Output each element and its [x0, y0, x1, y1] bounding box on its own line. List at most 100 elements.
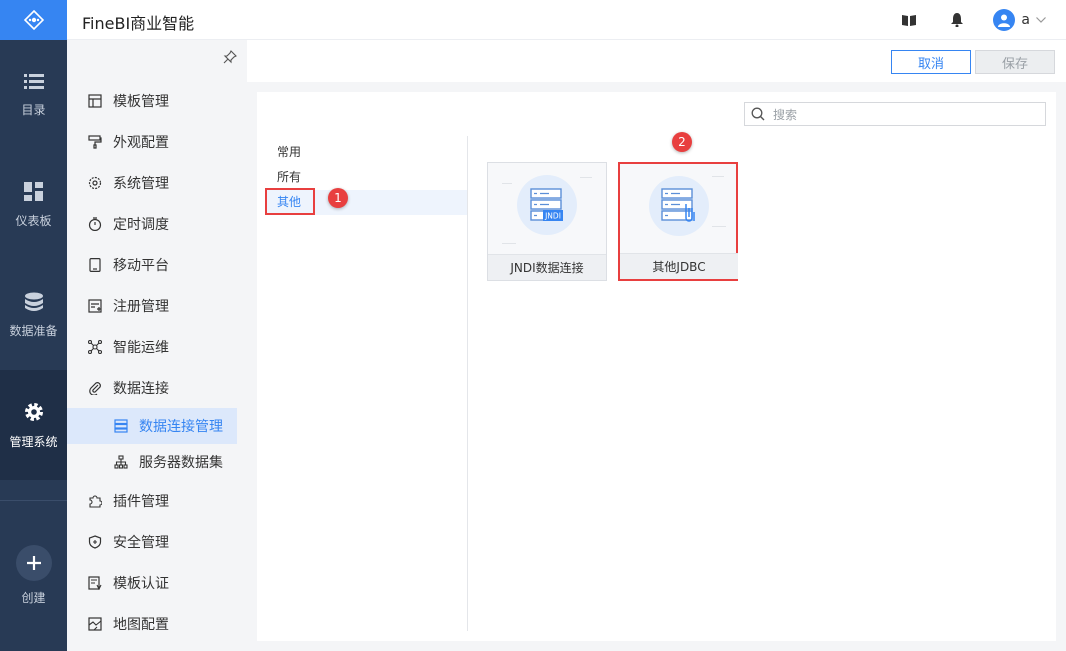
user-name: a: [1021, 12, 1030, 28]
jndi-art-label: JNDI: [544, 212, 561, 221]
search-icon: [751, 107, 765, 121]
mobile-icon: [87, 257, 103, 273]
panel-divider: [467, 136, 468, 631]
sidebar-item-label: 定时调度: [113, 216, 169, 233]
main-content: 取消 保存 搜索 常用 所有 其他 1 2 JNDI JNDI数据连接 其他JD…: [247, 40, 1066, 651]
rail-item-label: 仪表板: [15, 213, 52, 228]
save-button[interactable]: 保存: [975, 50, 1055, 74]
finebi-logo[interactable]: [0, 0, 67, 40]
sidebar-item-security[interactable]: 安全管理: [67, 521, 247, 562]
timer-icon: [87, 216, 103, 232]
highlight-box: [265, 188, 315, 215]
sidebar-item-label: 系统管理: [113, 175, 169, 192]
puzzle-icon: [87, 493, 103, 509]
top-bar: FineBI商业智能 a: [67, 0, 1066, 40]
card-label: 其他JDBC: [620, 253, 738, 279]
decor-line: [502, 243, 516, 244]
connection-card-other-jdbc[interactable]: 其他JDBC: [618, 162, 738, 281]
sidebar-item-data-connection[interactable]: 数据连接: [67, 367, 247, 408]
template-icon: [87, 93, 103, 109]
sidebar-item-mobile[interactable]: 移动平台: [67, 244, 247, 285]
map-icon: [87, 616, 103, 632]
sidebar-item-template-auth[interactable]: 模板认证: [67, 562, 247, 603]
gear-icon: [24, 402, 43, 421]
sidebar-item-label: 移动平台: [113, 257, 169, 274]
rail-item-admin[interactable]: 管理系统: [0, 370, 67, 480]
top-actions: a: [873, 8, 1046, 32]
connection-type-panel: 搜索 常用 所有 其他 1 2 JNDI JNDI数据连接 其他JDBC: [257, 92, 1056, 641]
decor-line: [712, 176, 724, 177]
paperclip-icon: [87, 380, 103, 396]
jndi-server-icon: JNDI: [517, 175, 577, 235]
action-bar: 取消 保存: [247, 40, 1066, 82]
sidebar-item-system[interactable]: 系统管理: [67, 162, 247, 203]
rail-item-label: 目录: [21, 102, 46, 117]
plus-icon: [15, 544, 52, 581]
connection-card-jndi[interactable]: JNDI JNDI数据连接: [487, 162, 607, 281]
server-list-icon: [113, 418, 129, 434]
notification-bell-icon[interactable]: [945, 8, 969, 32]
step-badge-1: 1: [328, 188, 348, 208]
pin-icon[interactable]: [223, 50, 237, 68]
step-badge-2: 2: [672, 132, 692, 152]
dashboard-icon: [23, 181, 43, 201]
sidebar-item-label: 模板管理: [113, 93, 169, 110]
app-title: FineBI商业智能: [82, 14, 195, 33]
sidebar-item-label: 安全管理: [113, 534, 169, 551]
category-list: 常用 所有 其他: [265, 140, 467, 215]
sidebar-item-ops[interactable]: 智能运维: [67, 326, 247, 367]
cancel-button[interactable]: 取消: [891, 50, 971, 74]
sidebar-item-server-dataset[interactable]: 服务器数据集: [67, 444, 247, 480]
admin-menu: 模板管理 外观配置 系统管理 定时调度 移动平台 注册管理 智能运维 数据连接: [67, 80, 247, 644]
settings-icon: [87, 175, 103, 191]
sidebar-item-label: 注册管理: [113, 298, 169, 315]
rail-item-catalog[interactable]: 目录: [0, 40, 67, 150]
register-icon: [87, 298, 103, 314]
paint-roller-icon: [87, 134, 103, 150]
sidebar-item-label: 外观配置: [113, 134, 169, 151]
sidebar-item-scheduling[interactable]: 定时调度: [67, 203, 247, 244]
card-label: JNDI数据连接: [488, 254, 606, 280]
sidebar-item-data-connection-management[interactable]: 数据连接管理: [67, 408, 237, 444]
chevron-down-icon: [1036, 17, 1046, 23]
sidebar-item-template-management[interactable]: 模板管理: [67, 80, 247, 121]
app-rail: 目录 仪表板 数据准备 管理系统 创建: [0, 0, 67, 651]
jdbc-server-icon: [649, 176, 709, 236]
rail-item-label: 创建: [21, 590, 46, 605]
sidebar-item-appearance[interactable]: 外观配置: [67, 121, 247, 162]
help-book-icon[interactable]: [897, 8, 921, 32]
shield-icon: [87, 534, 103, 550]
rail-divider: [0, 500, 67, 501]
admin-sidebar: 模板管理 外观配置 系统管理 定时调度 移动平台 注册管理 智能运维 数据连接: [67, 40, 247, 651]
search-input[interactable]: 搜索: [744, 102, 1046, 126]
database-icon: [24, 292, 43, 311]
category-all[interactable]: 所有: [267, 165, 467, 190]
decor-line: [502, 183, 512, 184]
search-placeholder: 搜索: [773, 107, 798, 122]
certificate-icon: [87, 575, 103, 591]
avatar: [993, 9, 1016, 31]
sidebar-item-label: 地图配置: [113, 616, 169, 633]
sidebar-item-map-config[interactable]: 地图配置: [67, 603, 247, 644]
hierarchy-icon: [113, 454, 129, 470]
category-common[interactable]: 常用: [267, 140, 467, 165]
rail-item-dashboard[interactable]: 仪表板: [0, 150, 67, 260]
sidebar-item-label: 数据连接管理: [139, 419, 223, 435]
rail-item-create[interactable]: 创建: [0, 520, 67, 630]
user-menu[interactable]: a: [993, 9, 1046, 31]
sidebar-item-plugins[interactable]: 插件管理: [67, 480, 247, 521]
rail-item-label: 数据准备: [9, 323, 58, 338]
category-other[interactable]: 其他: [265, 188, 467, 215]
logo-icon: [23, 10, 44, 30]
sidebar-item-label: 数据连接: [113, 380, 169, 397]
list-icon: [23, 73, 44, 89]
sidebar-item-label: 智能运维: [113, 339, 169, 356]
sidebar-item-label: 服务器数据集: [139, 455, 223, 471]
rail-item-label: 管理系统: [9, 434, 58, 449]
sidebar-item-label: 模板认证: [113, 575, 169, 592]
rail-item-data-prep[interactable]: 数据准备: [0, 260, 67, 370]
decor-line: [580, 177, 592, 178]
network-icon: [87, 339, 103, 355]
decor-line: [712, 226, 726, 227]
sidebar-item-registration[interactable]: 注册管理: [67, 285, 247, 326]
